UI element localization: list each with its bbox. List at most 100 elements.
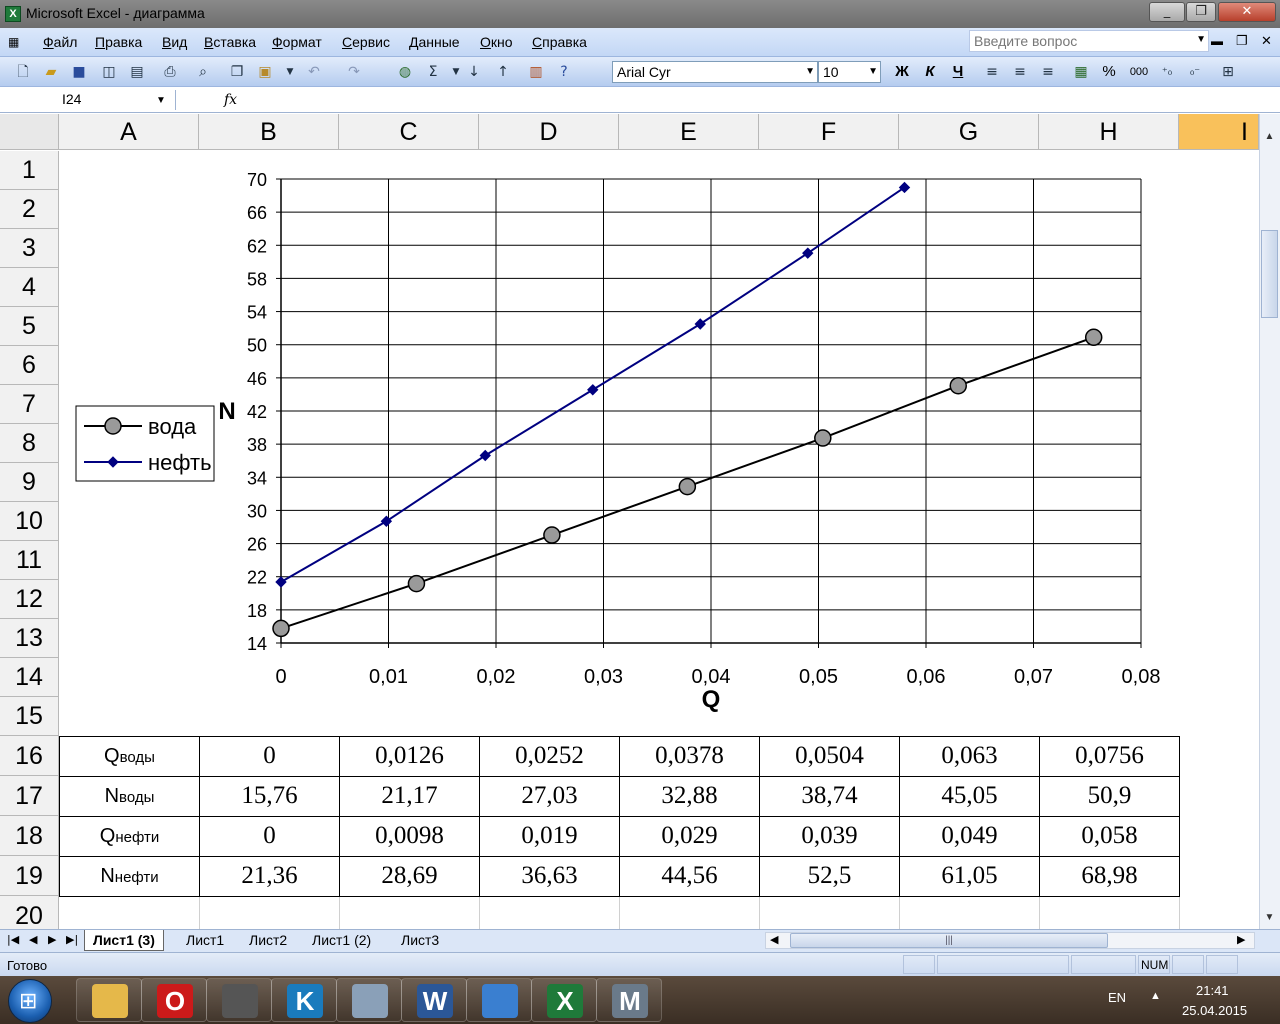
scroll-down-icon[interactable]: ▼ — [1260, 909, 1279, 927]
workbook-icon[interactable]: ▦ — [8, 35, 19, 49]
table-cell[interactable]: 50,9 — [1039, 776, 1180, 817]
table-cell[interactable]: 28,69 — [339, 856, 480, 897]
table-cell[interactable]: 21,17 — [339, 776, 480, 817]
row-header-8[interactable]: 8 — [0, 424, 59, 463]
table-cell[interactable]: 68,98 — [1039, 856, 1180, 897]
new-document-icon[interactable]: 🗋 — [14, 63, 32, 81]
menu-tools[interactable]: Сервис — [342, 34, 390, 50]
sheet-tab[interactable]: Лист1 — [178, 930, 232, 951]
save-icon[interactable]: ■ — [70, 63, 88, 81]
maximize-button[interactable]: ❐ — [1186, 2, 1216, 22]
table-cell[interactable]: 0,0378 — [619, 736, 760, 777]
column-header-f[interactable]: F — [759, 114, 899, 150]
table-cell[interactable]: 0,063 — [899, 736, 1040, 777]
sheet-tab[interactable]: Лист2 — [241, 930, 295, 951]
table-cell[interactable]: 0,0252 — [479, 736, 620, 777]
start-button[interactable]: ⊞ — [8, 979, 52, 1023]
row-header-14[interactable]: 14 — [0, 658, 59, 697]
tray-expand-icon[interactable]: ▲ — [1150, 990, 1161, 1002]
select-all-corner[interactable] — [0, 114, 59, 150]
table-row-label[interactable]: Nнефти — [59, 856, 200, 897]
sheet-tab[interactable]: Лист3 — [393, 930, 447, 951]
table-row-label[interactable]: Qнефти — [59, 816, 200, 857]
column-header-g[interactable]: G — [899, 114, 1039, 150]
column-header-c[interactable]: C — [339, 114, 479, 150]
clock-date[interactable]: 25.04.2015 — [1182, 1003, 1247, 1018]
table-cell[interactable]: 15,76 — [199, 776, 340, 817]
vertical-scroll-thumb[interactable] — [1261, 230, 1278, 318]
table-cell[interactable]: 0,029 — [619, 816, 760, 857]
menu-edit[interactable]: Правка — [95, 34, 142, 50]
namebox-dropdown-icon[interactable]: ▼ — [156, 95, 166, 106]
print-preview-icon[interactable]: ▤ — [128, 63, 146, 81]
table-cell[interactable]: 0,0126 — [339, 736, 480, 777]
calculator-taskbar-button[interactable] — [336, 978, 402, 1022]
excel-taskbar-button[interactable]: X — [531, 978, 597, 1022]
column-header-i[interactable]: I — [1179, 114, 1259, 150]
network-computer-taskbar-button[interactable] — [206, 978, 272, 1022]
print-icon[interactable]: ⎙ — [161, 63, 179, 81]
help-icon[interactable]: ? — [555, 63, 573, 81]
column-header-h[interactable]: H — [1039, 114, 1179, 150]
name-box[interactable]: I24 — [2, 90, 176, 110]
row-header-2[interactable]: 2 — [0, 190, 59, 229]
align-left-icon[interactable]: ≡ — [983, 63, 1001, 81]
table-cell[interactable]: 0,0504 — [759, 736, 900, 777]
table-cell[interactable]: 61,05 — [899, 856, 1040, 897]
sort-descending-icon[interactable]: ↑ — [494, 63, 512, 81]
table-cell[interactable]: 0,058 — [1039, 816, 1180, 857]
menu-data[interactable]: Данные — [409, 34, 460, 50]
language-indicator[interactable]: EN — [1108, 990, 1126, 1005]
table-cell[interactable]: 0 — [199, 816, 340, 857]
row-header-16[interactable]: 16 — [0, 736, 59, 776]
table-cell[interactable]: 45,05 — [899, 776, 1040, 817]
sheet-tab-active[interactable]: Лист1 (3) — [84, 930, 164, 951]
first-sheet-icon[interactable]: |◀ — [7, 933, 19, 946]
chevron-down-icon[interactable]: ▼ — [1196, 34, 1206, 45]
menu-format[interactable]: Формат — [272, 34, 322, 50]
table-cell[interactable]: 21,36 — [199, 856, 340, 897]
table-cell[interactable]: 52,5 — [759, 856, 900, 897]
row-header-7[interactable]: 7 — [0, 385, 59, 424]
chart[interactable]: 14 18 22 26 30 34 38 42 46 50 54 58 62 66 70 0 0,01 0,02 0… — [60, 151, 1178, 733]
kaspersky-taskbar-button[interactable]: K — [271, 978, 337, 1022]
decrease-decimal-icon[interactable]: ₀⁻ — [1186, 63, 1204, 81]
table-row-label[interactable]: Nводы — [59, 776, 200, 817]
row-header-15[interactable]: 15 — [0, 697, 59, 736]
table-cell[interactable]: 0,0098 — [339, 816, 480, 857]
table-row-label[interactable]: Qводы — [59, 736, 200, 777]
row-header-10[interactable]: 10 — [0, 502, 59, 541]
undo-icon[interactable]: ↶ — [305, 63, 323, 81]
table-cell[interactable]: 0,019 — [479, 816, 620, 857]
row-header-6[interactable]: 6 — [0, 346, 59, 385]
row-header-9[interactable]: 9 — [0, 463, 59, 502]
table-cell[interactable]: 0 — [199, 736, 340, 777]
doc-restore-icon[interactable]: ❐ — [1236, 33, 1248, 49]
open-folder-icon[interactable]: ▰ — [42, 63, 60, 81]
menu-help[interactable]: Справка — [532, 34, 587, 50]
chart-wizard-icon[interactable]: ▥ — [527, 63, 545, 81]
table-cell[interactable]: 38,74 — [759, 776, 900, 817]
clock-time[interactable]: 21:41 — [1196, 983, 1229, 998]
doc-minimize-icon[interactable]: ▬ — [1211, 34, 1223, 48]
row-header-13[interactable]: 13 — [0, 619, 59, 658]
horizontal-scroll-thumb[interactable]: ||| — [790, 933, 1108, 948]
table-cell[interactable]: 32,88 — [619, 776, 760, 817]
table-cell[interactable]: 27,03 — [479, 776, 620, 817]
research-icon[interactable]: ⌕ — [194, 63, 212, 81]
column-header-e[interactable]: E — [619, 114, 759, 150]
underline-button[interactable]: Ч — [948, 63, 968, 81]
doc-close-icon[interactable]: ✕ — [1261, 33, 1272, 49]
explorer-taskbar-button[interactable] — [76, 978, 142, 1022]
row-header-12[interactable]: 12 — [0, 580, 59, 619]
row-header-5[interactable]: 5 — [0, 307, 59, 346]
redo-icon[interactable]: ↷ — [345, 63, 363, 81]
scroll-up-icon[interactable]: ▲ — [1260, 128, 1279, 146]
row-header-3[interactable]: 3 — [0, 229, 59, 268]
copy-icon[interactable]: ❐ — [228, 63, 246, 81]
paint-taskbar-button[interactable] — [466, 978, 532, 1022]
row-header-18[interactable]: 18 — [0, 816, 59, 856]
paste-icon[interactable]: ▣ — [256, 63, 274, 81]
last-sheet-icon[interactable]: ▶| — [66, 933, 78, 946]
minimize-button[interactable]: _ — [1149, 2, 1185, 22]
